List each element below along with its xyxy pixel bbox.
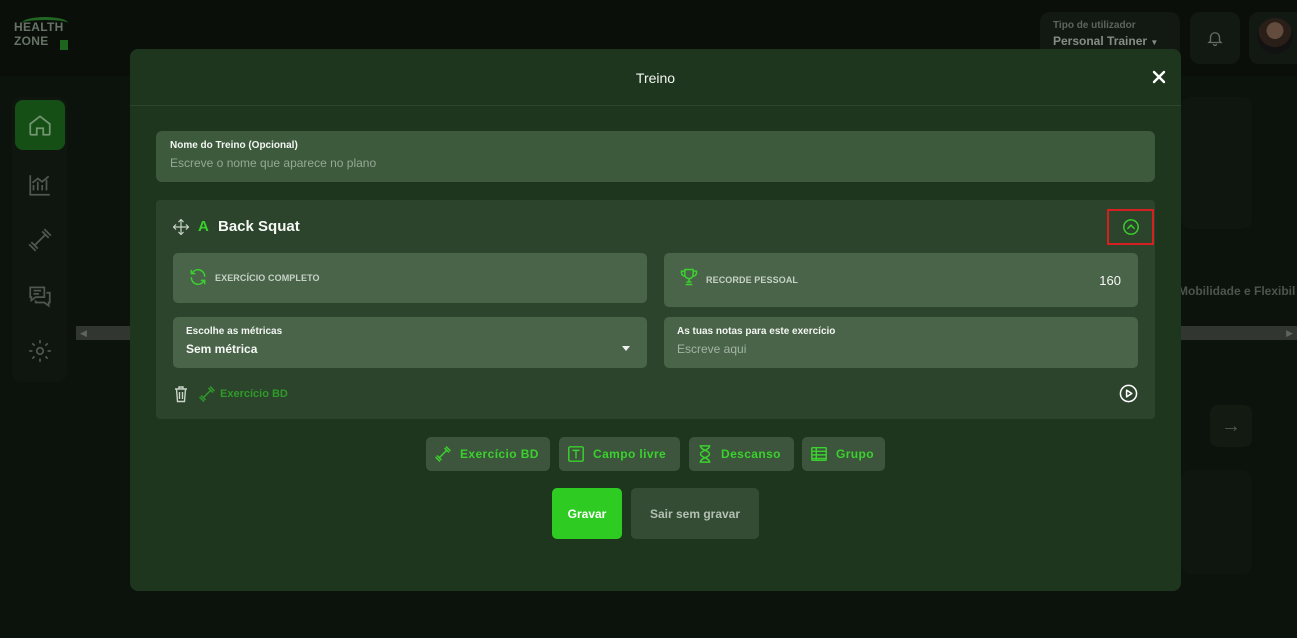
close-icon[interactable]: [1151, 69, 1167, 85]
add-group-label: Grupo: [836, 447, 874, 461]
exercise-complete-toggle[interactable]: EXERCÍCIO COMPLETO: [173, 253, 647, 303]
add-rest-label: Descanso: [721, 447, 781, 461]
modal-title: Treino: [635, 70, 676, 86]
add-exercise-bd-label: Exercício BD: [460, 447, 539, 461]
personal-record-value: 160: [1099, 273, 1121, 288]
personal-record-label: RECORDE PESSOAL: [706, 275, 799, 285]
exit-without-saving-button[interactable]: Sair sem gravar: [631, 488, 759, 539]
add-rest-button[interactable]: Descanso: [689, 437, 794, 471]
add-free-field-label: Campo livre: [593, 447, 667, 461]
dumbbell-icon: [198, 385, 216, 403]
add-free-field-button[interactable]: Campo livre: [559, 437, 680, 471]
workout-name-input[interactable]: [170, 156, 1141, 170]
play-icon[interactable]: [1119, 384, 1138, 403]
exercise-name: Back Squat: [218, 218, 300, 235]
save-button[interactable]: Gravar: [552, 488, 622, 539]
refresh-icon: [190, 268, 206, 286]
add-group-button[interactable]: Grupo: [802, 437, 885, 471]
collapse-exercise-button[interactable]: [1107, 209, 1154, 245]
metrics-label: Escolhe as métricas: [186, 326, 283, 337]
exercise-letter: A: [198, 218, 209, 235]
trash-icon[interactable]: [174, 385, 188, 403]
hourglass-icon: [699, 445, 711, 463]
chevron-up-icon: [1122, 219, 1139, 235]
modal-header: Treino: [130, 49, 1181, 106]
metrics-value: Sem métrica: [186, 342, 258, 356]
exercise-card: A Back Squat EXERCÍCIO COMPLETO RECORDE …: [156, 200, 1155, 419]
workout-name-label: Nome do Treino (Opcional): [170, 140, 298, 151]
chevron-down-icon: [622, 346, 630, 351]
add-exercise-bd-button[interactable]: Exercício BD: [426, 437, 550, 471]
metrics-select[interactable]: Escolhe as métricas Sem métrica: [173, 317, 647, 368]
notes-label: As tuas notas para este exercício: [677, 326, 836, 337]
dumbbell-icon: [434, 445, 452, 463]
move-icon[interactable]: [172, 218, 190, 236]
workout-name-field: Nome do Treino (Opcional): [156, 131, 1155, 182]
text-icon: [568, 446, 584, 462]
exercise-complete-label: EXERCÍCIO COMPLETO: [215, 273, 320, 283]
table-icon: [811, 446, 827, 462]
notes-field: As tuas notas para este exercício: [664, 317, 1138, 368]
trophy-icon: [680, 268, 698, 286]
personal-record-box[interactable]: RECORDE PESSOAL 160: [664, 253, 1138, 307]
exercise-bd-label: Exercício BD: [220, 388, 288, 400]
exercise-bd-link[interactable]: Exercício BD: [198, 385, 288, 403]
workout-modal: Treino Nome do Treino (Opcional) A Back …: [130, 49, 1181, 591]
notes-input[interactable]: [677, 342, 1117, 356]
